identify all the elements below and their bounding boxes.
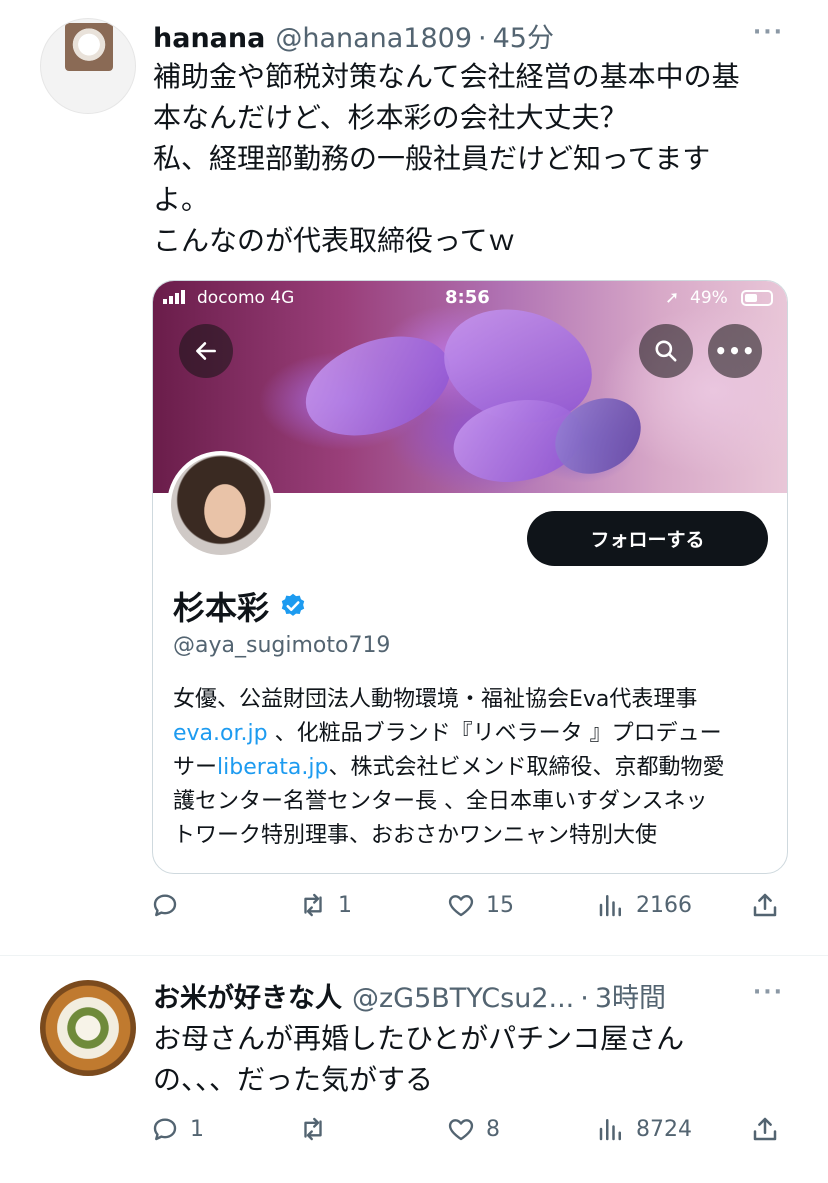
retweet-icon bbox=[304, 1117, 322, 1141]
location-arrow-icon: ➚ bbox=[665, 288, 680, 308]
like-button[interactable]: 15 bbox=[446, 890, 514, 920]
battery-icon bbox=[741, 290, 773, 306]
views-button[interactable]: 8724 bbox=[596, 1114, 692, 1144]
profile-bio: 女優、公益財団法人動物環境・福祉協会Eva代表理事 eva.or.jp 、化粧品… bbox=[173, 683, 783, 853]
tweet-text-line: 本なんだけど、杉本彩の会社大丈夫？ bbox=[153, 101, 628, 134]
phone-status-bar: docomo 4G 8:56 ➚ 49% bbox=[153, 281, 787, 317]
tweet-text-line: 補助金や節税対策なんて会社経営の基本中の基 bbox=[153, 60, 740, 93]
timestamp[interactable]: 45分 bbox=[493, 16, 554, 55]
separator: · bbox=[580, 983, 589, 1014]
tweet-text-line: よ。 bbox=[153, 183, 210, 216]
tweet-text-line: 私、経理部勤務の一般社員だけど知ってます bbox=[153, 142, 711, 175]
share-icon bbox=[753, 893, 777, 917]
tweet-text-line: こんなのが代表取締役ってｗ bbox=[153, 224, 516, 257]
attached-image[interactable]: docomo 4G 8:56 ➚ 49% ••• フォローする 杉本彩 @aya… bbox=[152, 280, 788, 874]
share-button[interactable] bbox=[750, 1114, 780, 1144]
like-count: 8 bbox=[486, 1116, 500, 1142]
reply-button[interactable]: 1 bbox=[150, 1114, 204, 1144]
share-button[interactable] bbox=[750, 890, 780, 920]
views-icon bbox=[599, 1119, 621, 1141]
reply-icon bbox=[153, 1118, 177, 1141]
timestamp[interactable]: 3時間 bbox=[595, 976, 666, 1015]
search-icon bbox=[639, 324, 693, 378]
more-options-icon[interactable]: ··· bbox=[753, 980, 784, 1005]
tweet-text-line: の、、、だった気がする bbox=[153, 1063, 434, 1096]
retweet-button[interactable] bbox=[298, 1114, 338, 1144]
bio-link: liberata.jp bbox=[217, 755, 329, 780]
retweet-button[interactable]: 1 bbox=[298, 890, 352, 920]
user-handle[interactable]: @zG5BTYCsu2... bbox=[352, 983, 574, 1014]
profile-handle: @aya_sugimoto719 bbox=[173, 633, 391, 658]
signal-icon bbox=[163, 290, 185, 304]
verified-badge-icon bbox=[281, 593, 305, 616]
bio-line: サーliberata.jp、株式会社ビメンド取締役、京都動物愛 bbox=[173, 751, 783, 785]
bio-text: 、株式会社ビメンド取締役、京都動物愛 bbox=[328, 755, 725, 780]
tweet[interactable]: hanana @hanana1809 · 45分 ··· 補助金や節税対策なんて… bbox=[0, 0, 828, 955]
profile-name: 杉本彩 bbox=[173, 583, 307, 629]
tweet-text: お母さんが再婚したひとがパチンコ屋さん の、、、だった気がする bbox=[153, 1018, 793, 1100]
like-button[interactable]: 8 bbox=[446, 1114, 500, 1144]
tweet-actions: 1 8 8724 bbox=[150, 1114, 790, 1154]
more-options-icon[interactable]: ··· bbox=[753, 20, 784, 45]
heart-icon bbox=[448, 895, 474, 917]
tweet-header: hanana @hanana1809 · 45分 bbox=[153, 16, 554, 55]
battery-percent: 49% bbox=[690, 288, 728, 308]
reply-button[interactable] bbox=[150, 890, 190, 920]
bio-text: サー bbox=[173, 755, 218, 780]
follow-button: フォローする bbox=[527, 511, 768, 566]
user-avatar[interactable] bbox=[40, 980, 136, 1076]
butterfly-wing bbox=[292, 318, 464, 454]
bio-line: 女優、公益財団法人動物環境・福祉協会Eva代表理事 bbox=[173, 687, 698, 712]
views-icon bbox=[599, 895, 621, 917]
status-time: 8:56 bbox=[445, 287, 490, 308]
user-avatar[interactable] bbox=[40, 18, 136, 114]
tweet-header: お米が好きな人 @zG5BTYCsu2... · 3時間 bbox=[153, 976, 666, 1015]
retweet-icon bbox=[304, 893, 322, 917]
profile-avatar bbox=[167, 451, 275, 559]
carrier-label: docomo 4G bbox=[197, 288, 295, 308]
like-count: 15 bbox=[486, 892, 514, 918]
bio-text: 、化粧品ブランド『リベラータ 』プロデュー bbox=[267, 721, 722, 746]
retweet-count: 1 bbox=[338, 892, 352, 918]
views-count: 8724 bbox=[636, 1116, 692, 1142]
separator: · bbox=[478, 23, 487, 54]
user-handle[interactable]: @hanana1809 bbox=[275, 23, 472, 54]
heart-icon bbox=[448, 1119, 474, 1141]
views-count: 2166 bbox=[636, 892, 692, 918]
views-button[interactable]: 2166 bbox=[596, 890, 692, 920]
reply-icon bbox=[153, 894, 177, 917]
reply-count: 1 bbox=[190, 1116, 204, 1142]
bio-line: トワーク特別理事、おおさかワンニャン特別大使 bbox=[173, 823, 658, 848]
back-arrow-icon bbox=[179, 324, 233, 378]
tweet-text: 補助金や節税対策なんて会社経営の基本中の基 本なんだけど、杉本彩の会社大丈夫？ … bbox=[153, 56, 793, 261]
bio-line: eva.or.jp 、化粧品ブランド『リベラータ 』プロデュー bbox=[173, 717, 783, 751]
dog-avatar-photo bbox=[65, 23, 113, 71]
display-name[interactable]: hanana bbox=[153, 23, 265, 54]
display-name[interactable]: お米が好きな人 bbox=[153, 976, 342, 1015]
share-icon bbox=[753, 1117, 777, 1141]
tweet-text-line: お母さんが再婚したひとがパチンコ屋さん bbox=[153, 1022, 685, 1055]
bio-line: 護センター名誉センター長 、全日本車いすダンスネッ bbox=[173, 789, 708, 814]
bio-link: eva.or.jp bbox=[173, 721, 268, 746]
tweet-actions: 1 15 2166 bbox=[150, 890, 790, 930]
more-icon: ••• bbox=[708, 324, 762, 378]
profile-name-text: 杉本彩 bbox=[173, 589, 270, 627]
